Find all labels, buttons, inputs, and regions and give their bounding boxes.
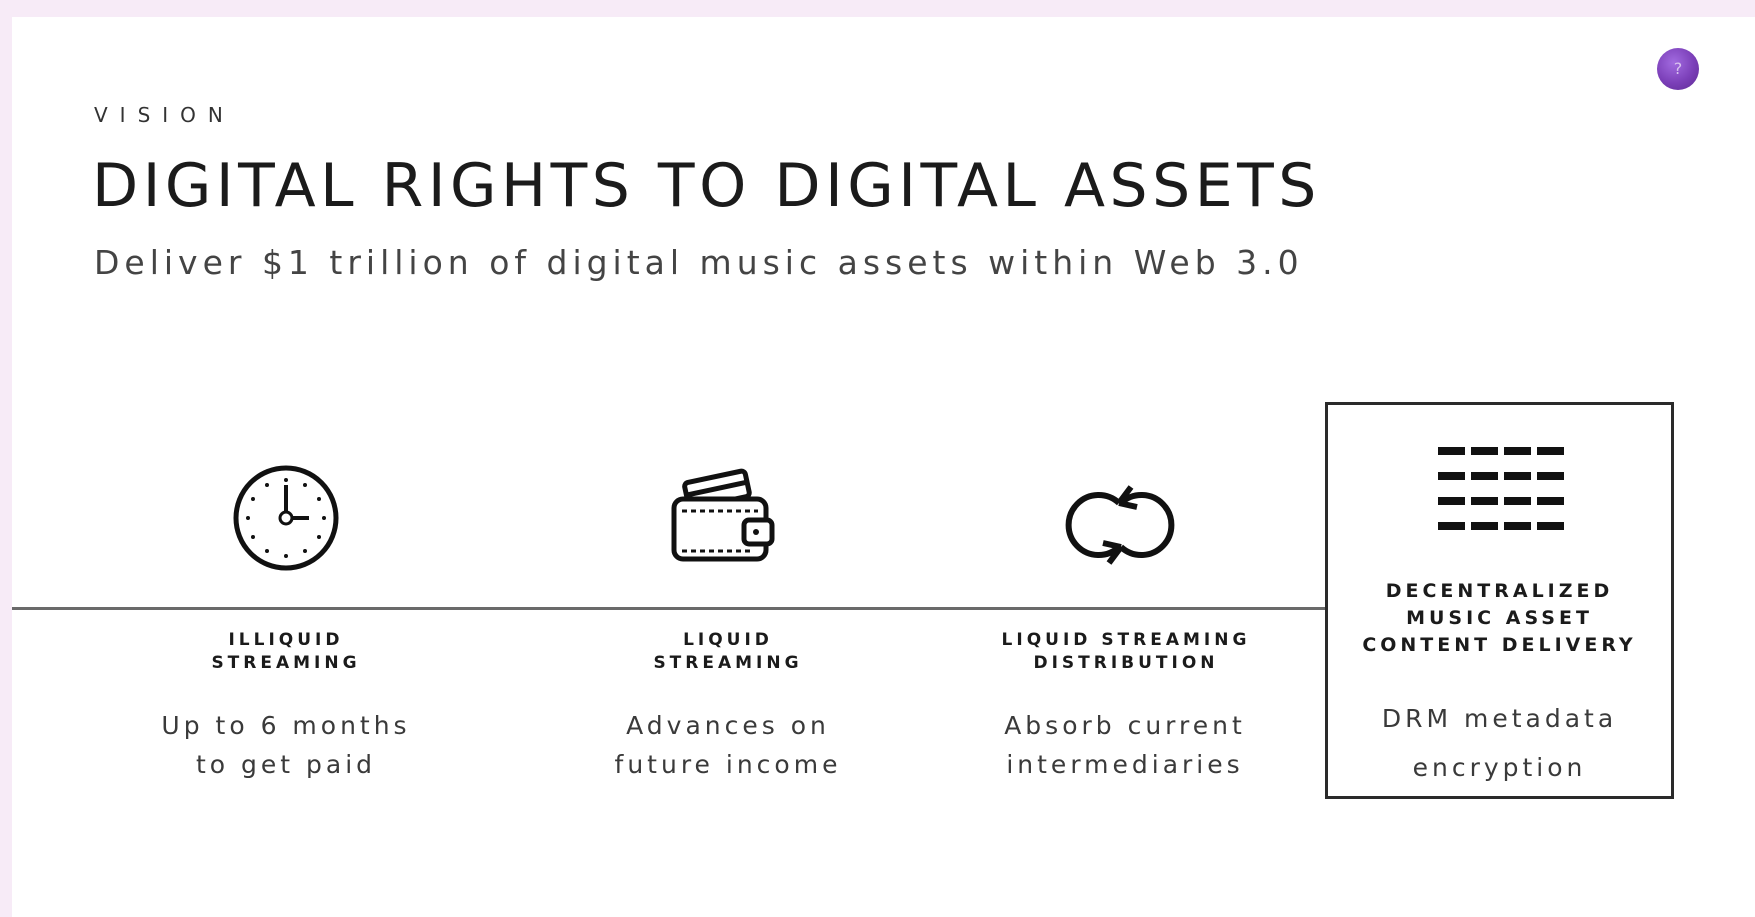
step-title-decentralized-content-delivery: DECENTRALIZED MUSIC ASSET CONTENT DELIVE… <box>1362 580 1637 656</box>
slide: ? VISION DIGITAL RIGHTS TO DIGITAL ASSET… <box>12 17 1755 917</box>
step-desc-illiquid-streaming: Up to 6 months to get paid <box>161 711 411 779</box>
step-title-liquid-streaming: LIQUID STREAMING <box>653 630 803 673</box>
slide-eyebrow: VISION <box>94 103 235 127</box>
slide-subtitle: Deliver $1 trillion of digital music ass… <box>94 243 1304 282</box>
timeline-line <box>12 607 1327 610</box>
highlighted-step-box: DECENTRALIZED MUSIC ASSET CONTENT DELIVE… <box>1325 402 1674 799</box>
loop-arrows-icon <box>1065 485 1175 565</box>
wallet-icon <box>671 468 775 562</box>
step-desc-decentralized-content-delivery: DRM metadata encryption <box>1381 704 1618 782</box>
grid-bars-icon <box>1438 447 1564 547</box>
step-desc-liquid-streaming: Advances on future income <box>614 711 842 779</box>
help-button[interactable]: ? <box>1657 48 1699 90</box>
step-title-illiquid-streaming: ILLIQUID STREAMING <box>211 630 361 673</box>
clock-icon <box>233 465 339 571</box>
slide-title: DIGITAL RIGHTS TO DIGITAL ASSETS <box>92 151 1321 221</box>
step-title-liquid-streaming-distribution: LIQUID STREAMING DISTRIBUTION <box>1001 630 1251 673</box>
step-desc-liquid-streaming-distribution: Absorb current intermediaries <box>1004 711 1246 779</box>
